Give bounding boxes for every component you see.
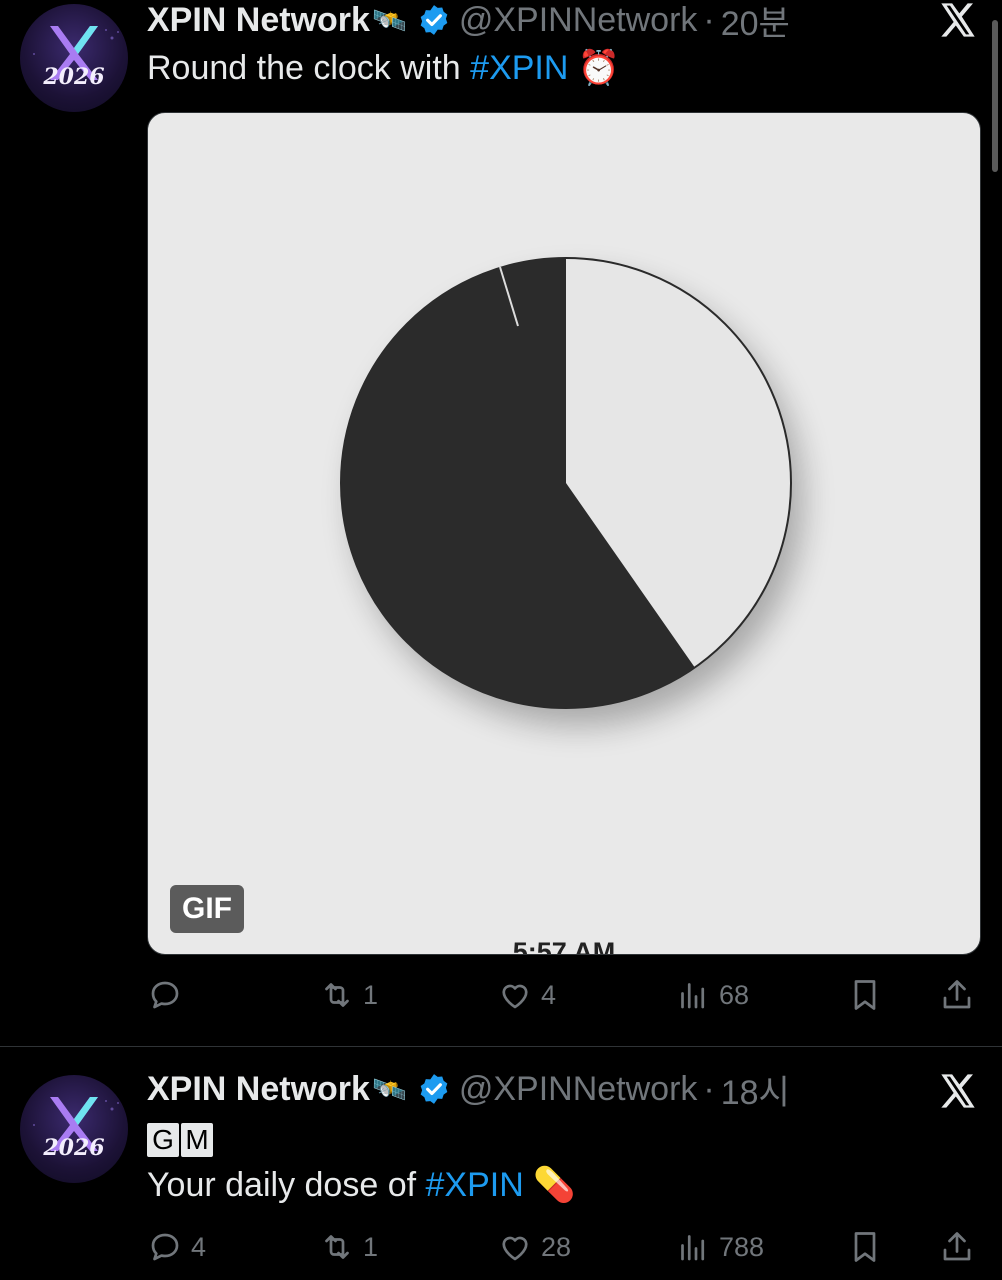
bookmark-button[interactable] xyxy=(847,1225,883,1269)
like-count: 4 xyxy=(541,979,557,1010)
clock-graphic xyxy=(340,257,803,726)
tweet[interactable]: 2026 XPIN Network 🛰️ @XPINNetwork · 18시 … xyxy=(0,1047,1002,1280)
heart-icon xyxy=(502,1236,528,1261)
share-icon xyxy=(943,1232,971,1261)
avatar-year: 2026 xyxy=(42,64,104,90)
retweet-icon xyxy=(325,983,349,1007)
pill-emoji: 💊 xyxy=(533,1166,576,1204)
like-button[interactable]: 28 xyxy=(497,1225,571,1269)
reply-button[interactable]: 4 xyxy=(147,1225,206,1269)
avatar[interactable]: 2026 xyxy=(20,1075,128,1183)
share-button[interactable] xyxy=(939,973,975,1017)
bookmark-icon xyxy=(854,1232,876,1262)
heart-icon xyxy=(502,984,528,1009)
satellite-emoji: 🛰️ xyxy=(371,4,407,36)
share-icon xyxy=(943,980,971,1009)
gm-letter-box: G xyxy=(147,1123,179,1157)
tweet-text: Your daily dose of #XPIN 💊 xyxy=(147,1165,576,1205)
views-button[interactable]: 788 xyxy=(675,1225,764,1269)
gif-badge[interactable]: GIF xyxy=(170,885,244,933)
retweet-count: 1 xyxy=(363,979,379,1010)
timestamp[interactable]: 20분 xyxy=(721,0,790,45)
clock-time-label: 5:57 AM xyxy=(512,937,616,955)
timestamp[interactable]: 18시 xyxy=(721,1065,790,1114)
separator-dot: · xyxy=(703,0,715,39)
retweet-button[interactable]: 1 xyxy=(319,973,378,1017)
retweet-icon xyxy=(325,1235,349,1259)
tweet-header: XPIN Network 🛰️ @XPINNetwork · 18시 xyxy=(147,1069,790,1112)
verified-badge-icon xyxy=(420,5,448,35)
like-button[interactable]: 4 xyxy=(497,973,556,1017)
retweet-count: 1 xyxy=(363,1231,379,1262)
gif-media[interactable]: 5:57 AM GIF xyxy=(147,112,981,955)
author-name[interactable]: XPIN Network xyxy=(147,1070,370,1109)
tweet-text-body: Your daily dose of xyxy=(147,1166,426,1204)
views-count: 788 xyxy=(719,1231,765,1262)
verified-badge-icon xyxy=(420,1074,448,1104)
avatar-year: 2026 xyxy=(42,1135,104,1161)
like-count: 28 xyxy=(541,1231,572,1262)
x-logo-icon xyxy=(941,1074,975,1108)
satellite-emoji: 🛰️ xyxy=(371,1073,407,1105)
bookmark-button[interactable] xyxy=(847,973,883,1017)
tweet-text: Round the clock with #XPIN ⏰ xyxy=(147,48,620,88)
separator-dot: · xyxy=(703,1069,715,1108)
tweet-header: XPIN Network 🛰️ @XPINNetwork · 20분 xyxy=(147,0,790,43)
tweet-actions: 1 4 68 xyxy=(147,973,981,1017)
tweet-text-body: Round the clock with xyxy=(147,49,471,87)
hashtag-link[interactable]: #XPIN xyxy=(426,1166,524,1204)
avatar[interactable]: 2026 xyxy=(20,4,128,112)
retweet-button[interactable]: 1 xyxy=(319,1225,378,1269)
reply-count: 4 xyxy=(191,1231,207,1262)
gm-line: GM xyxy=(147,1119,215,1158)
author-handle[interactable]: @XPINNetwork xyxy=(459,1,698,40)
reply-button[interactable] xyxy=(147,973,191,1017)
hashtag-link[interactable]: #XPIN xyxy=(470,49,568,87)
x-logo-icon xyxy=(941,3,975,37)
reply-icon xyxy=(151,981,179,1009)
views-button[interactable]: 68 xyxy=(675,973,749,1017)
share-button[interactable] xyxy=(939,1225,975,1269)
views-count: 68 xyxy=(719,979,750,1010)
scrollbar[interactable] xyxy=(992,20,998,172)
alarm-clock-emoji: ⏰ xyxy=(577,49,621,87)
views-chart-icon xyxy=(681,1235,705,1261)
tweet[interactable]: 2026 XPIN Network 🛰️ @XPINNetwork · 20분 … xyxy=(0,0,1002,1047)
author-handle[interactable]: @XPINNetwork xyxy=(459,1070,698,1109)
author-name[interactable]: XPIN Network xyxy=(147,1,370,40)
reply-icon xyxy=(151,1233,179,1261)
views-chart-icon xyxy=(681,983,705,1009)
tweet-actions: 4 1 28 788 xyxy=(147,1225,981,1269)
bookmark-icon xyxy=(854,980,876,1010)
gm-letter-box: M xyxy=(181,1123,213,1157)
